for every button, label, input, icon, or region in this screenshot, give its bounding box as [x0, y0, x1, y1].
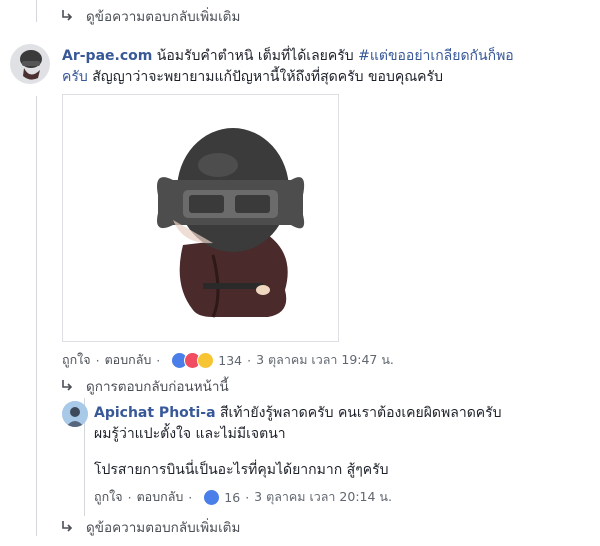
avatar[interactable]	[10, 44, 50, 84]
like-reaction-icon	[203, 488, 221, 506]
reply-text-line1: สีเท้ายังรู้พลาดครับ คนเราต้องเคยผิดพลาด…	[215, 405, 502, 421]
separator-dot: ·	[156, 352, 161, 368]
separator-dot: ·	[247, 352, 252, 368]
user-avatar-icon	[62, 401, 88, 427]
reply-arrow-icon	[62, 10, 73, 21]
comment-timestamp[interactable]: 3 ตุลาคม เวลา 19:47 น.	[256, 350, 394, 370]
ar-pae-logo-icon	[10, 44, 50, 84]
more-replies-label: ดูข้อความตอบกลับเพิ่มเติม	[86, 520, 241, 536]
previous-replies-link[interactable]: ดูการตอบกลับก่อนหน้านี้	[60, 375, 229, 397]
separator-dot: ·	[245, 489, 250, 505]
reply-timestamp[interactable]: 3 ตุลาคม เวลา 20:14 น.	[254, 487, 392, 507]
reply-author-link[interactable]: Apichat Photi-a	[94, 405, 216, 421]
reply-arrow-icon	[62, 380, 73, 391]
reply-avatar[interactable]	[62, 401, 88, 427]
reply-link[interactable]: ตอบกลับ	[137, 487, 184, 507]
more-replies-link-bottom[interactable]: ดูข้อความตอบกลับเพิ่มเติม	[60, 516, 240, 538]
more-replies-label: ดูข้อความตอบกลับเพิ่มเติม	[86, 9, 241, 25]
reactions-summary[interactable]: 16	[203, 488, 241, 506]
reply-body: Apichat Photi-a สีเท้ายังรู้พลาดครับ คนเ…	[94, 403, 594, 445]
thread-line	[36, 96, 37, 536]
comment-text-line1: น้อมรับคำตำหนิ เต็มที่ได้เลยครับ	[156, 48, 354, 64]
reactions-summary[interactable]: 134	[171, 351, 243, 369]
reaction-count: 134	[218, 352, 243, 368]
comment-text-line2: สัญญาว่าจะพยายามแก้ปัญหานี้ให้ถึงที่สุดค…	[87, 69, 443, 85]
sticker-character-icon	[157, 128, 305, 318]
like-link[interactable]: ถูกใจ	[94, 487, 123, 507]
haha-reaction-icon	[197, 351, 215, 369]
comment-author-link[interactable]: Ar-pae.com	[62, 48, 152, 64]
reply-actions: ถูกใจ · ตอบกลับ · 16 · 3 ตุลาคม เวลา 20:…	[94, 487, 392, 507]
sticker-image[interactable]	[62, 94, 339, 342]
reply-arrow-icon	[62, 521, 73, 532]
comment-actions: ถูกใจ · ตอบกลับ · 134 · 3 ตุลาคม เวลา 19…	[62, 350, 394, 370]
previous-replies-label: ดูการตอบกลับก่อนหน้านี้	[86, 379, 229, 395]
comment-body: Ar-pae.com น้อมรับคำตำหนิ เต็มที่ได้เลยค…	[62, 46, 587, 88]
reply-link[interactable]: ตอบกลับ	[105, 350, 152, 370]
thread-line	[36, 0, 37, 22]
separator-dot: ·	[188, 489, 193, 505]
separator-dot: ·	[127, 489, 132, 505]
reply-text-line3: โปรสายการบินนี่เป็นอะไรที่คุมได้ยากมาก ส…	[94, 462, 389, 478]
more-replies-link-top[interactable]: ดูข้อความตอบกลับเพิ่มเติม	[60, 5, 240, 27]
separator-dot: ·	[95, 352, 100, 368]
hashtag-link[interactable]: #แต่ขออย่าเกลียดกันก็พอ	[358, 48, 514, 64]
reaction-count: 16	[224, 489, 241, 505]
hashtag-link-cont[interactable]: ครับ	[62, 69, 88, 85]
reply-text-line2: ผมรู้ว่าแปะตั้งใจ และไม่มีเจตนา	[94, 426, 286, 442]
like-link[interactable]: ถูกใจ	[62, 350, 91, 370]
